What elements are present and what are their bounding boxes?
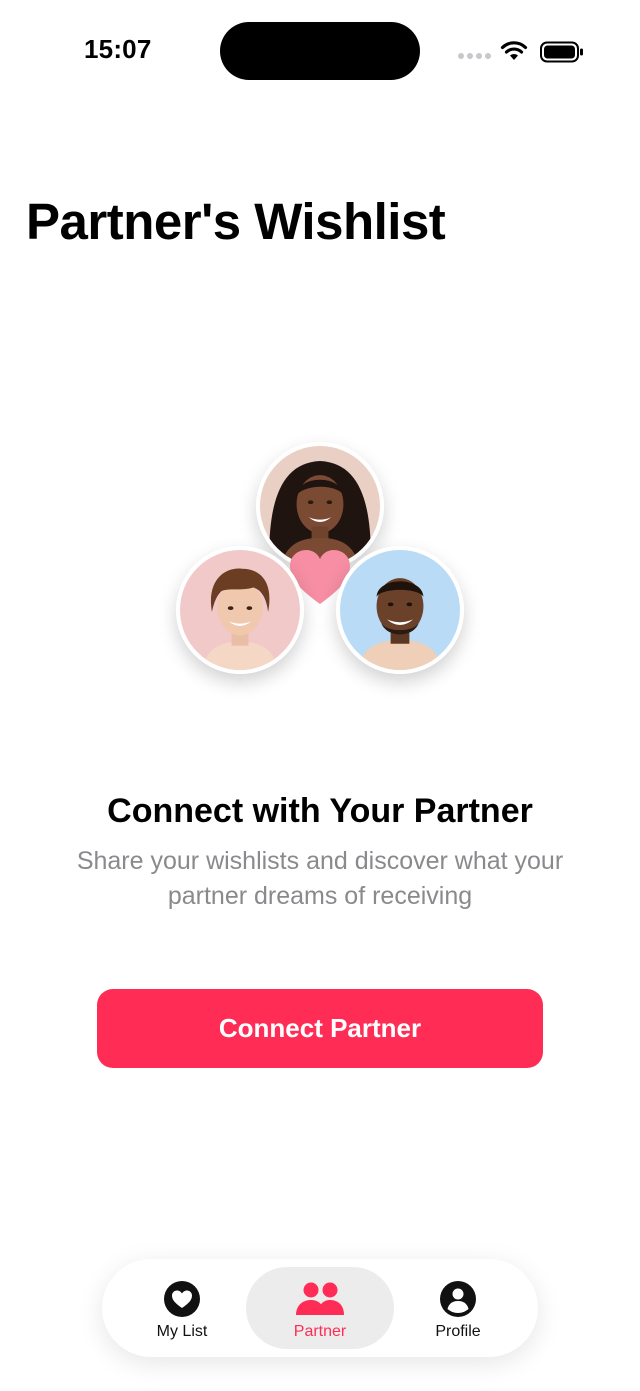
people-icon: [296, 1282, 344, 1315]
page-title: Partner's Wishlist: [26, 193, 446, 250]
cellular-signal-icon: [458, 53, 492, 61]
heart-circle-icon: [164, 1281, 200, 1317]
connect-headline: Connect with Your Partner: [107, 792, 533, 830]
tab-profile-label: Profile: [435, 1323, 481, 1340]
tab-bar: My List Partner Profile: [102, 1259, 538, 1357]
tab-partner[interactable]: Partner: [246, 1267, 394, 1349]
tab-profile[interactable]: Profile: [384, 1267, 532, 1349]
tab-my-list-label: My List: [156, 1323, 208, 1340]
connect-subtitle: Share your wishlists and discover what y…: [76, 847, 564, 910]
person-circle-icon: [440, 1281, 476, 1317]
avatar-man: [336, 546, 464, 674]
battery-icon: [540, 41, 583, 63]
wifi-icon: [500, 41, 528, 60]
tab-partner-label: Partner: [293, 1323, 347, 1340]
dynamic-island: [220, 22, 420, 80]
status-time: 15:07: [84, 34, 152, 64]
screen: 15:07 Partner's Wishlist Connect with Yo…: [0, 0, 640, 1391]
connect-partner-button[interactable]: Connect Partner: [97, 989, 543, 1068]
tab-my-list[interactable]: My List: [108, 1267, 256, 1349]
avatar-woman-short-hair: [176, 546, 304, 674]
partner-avatars-illustration: [170, 438, 470, 688]
